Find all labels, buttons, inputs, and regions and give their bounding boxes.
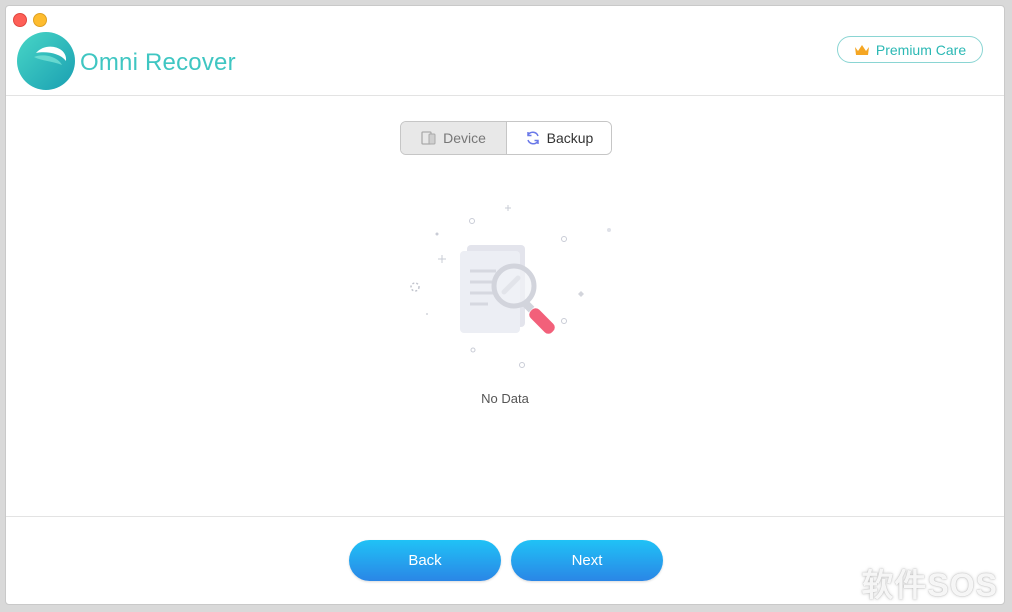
premium-care-label: Premium Care (875, 41, 967, 58)
device-icon (421, 131, 436, 145)
empty-state-message: No Data (481, 391, 529, 406)
watermark: 软件SOS (861, 567, 998, 603)
tab-backup-label: Backup (546, 130, 594, 146)
tab-device[interactable]: Device (401, 122, 507, 154)
back-button[interactable]: Back (349, 540, 501, 581)
sync-icon (526, 131, 539, 145)
footer-divider (6, 516, 1004, 517)
app-title: Omni Recover (80, 49, 236, 76)
next-button[interactable]: Next (511, 540, 663, 581)
logo-icon (17, 32, 75, 90)
source-segmented-control: Device Backup (400, 121, 612, 155)
crown-icon (854, 44, 869, 55)
premium-care-button[interactable]: Premium Care (837, 36, 983, 63)
no-data-illustration (410, 205, 611, 368)
app-window: Omni Recover Premium Care Device Backup (5, 5, 1005, 605)
tab-backup[interactable]: Backup (507, 122, 611, 154)
tab-device-label: Device (443, 130, 486, 146)
header: Omni Recover Premium Care (6, 6, 1004, 96)
